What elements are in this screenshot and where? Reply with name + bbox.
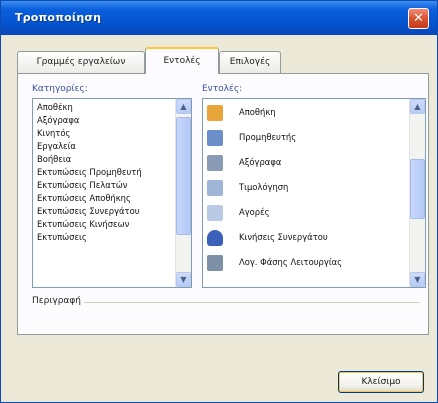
close-icon[interactable]: ✕ <box>408 8 429 29</box>
commands-panel: Κατηγορίες: Εντολές: Αποθέκη Αξόγραφα Κι… <box>17 73 429 335</box>
tab-toolbars[interactable]: Γραμμές εργαλείων <box>17 51 145 73</box>
list-item[interactable]: Αξόγραφα <box>203 151 411 176</box>
list-item[interactable]: Εκτυπώσεις <box>37 232 87 242</box>
partner-icon <box>207 230 223 246</box>
list-item[interactable]: Αποθήκη <box>203 101 411 126</box>
command-label: Λογ. Φάσης Λειτουργίας <box>239 257 343 267</box>
categories-label: Κατηγορίες: <box>32 84 88 94</box>
list-item[interactable]: Εργαλεία <box>37 141 76 151</box>
supplier-icon <box>207 130 223 146</box>
command-label: Προμηθευτής <box>239 132 297 142</box>
list-item[interactable]: Κινήσεις Συνεργάτου <box>203 226 411 251</box>
scroll-thumb[interactable] <box>176 117 191 235</box>
tab-options[interactable]: Επιλογές <box>219 51 281 73</box>
list-item[interactable]: Αξόγραφα <box>37 115 79 125</box>
commands-label: Εντολές: <box>202 84 243 94</box>
list-item[interactable]: Λογ. Φάσης Λειτουργίας <box>203 251 411 276</box>
scroll-down-icon[interactable]: ▼ <box>176 272 191 287</box>
logs-icon <box>207 255 223 271</box>
description-divider <box>84 302 420 303</box>
window-title: Τροποποίηση <box>15 11 102 24</box>
list-item[interactable]: Εκτυπώσεις Πελατών <box>37 180 127 190</box>
commands-list[interactable]: Αποθήκη Προμηθευτής Αξόγραφα Τιμολόγηση … <box>202 98 426 288</box>
categories-scrollbar[interactable]: ▲ ▼ <box>175 99 191 287</box>
list-item[interactable]: Εκτυπώσεις Προμηθευτή <box>37 167 142 177</box>
scroll-thumb[interactable] <box>410 159 425 219</box>
invoice-icon <box>207 180 223 196</box>
list-item[interactable]: Προμηθευτής <box>203 126 411 151</box>
scroll-up-icon[interactable]: ▲ <box>410 99 425 114</box>
scroll-up-icon[interactable]: ▲ <box>176 99 191 114</box>
close-button[interactable]: Κλείσιμο <box>338 371 424 393</box>
list-item[interactable]: Εκτυπώσεις Αποθήκης <box>37 193 131 203</box>
list-item[interactable]: Αγορές <box>203 201 411 226</box>
warehouse-icon <box>207 105 223 121</box>
command-label: Αγορές <box>239 207 270 217</box>
command-label: Τιμολόγηση <box>239 182 289 192</box>
list-item[interactable]: Αποθέκη <box>37 102 73 112</box>
command-label: Κινήσεις Συνεργάτου <box>239 232 328 242</box>
purchase-icon <box>207 205 223 221</box>
list-item[interactable]: Εκτυπώσεις Κινήσεων <box>37 219 129 229</box>
title-bar[interactable]: Τροποποίηση ✕ <box>1 1 437 35</box>
dialog-client: Γραμμές εργαλείων Εντολές Επιλογές Κατηγ… <box>4 35 434 401</box>
list-item[interactable]: Βοήθεια <box>37 154 71 164</box>
commands-scrollbar[interactable]: ▲ ▼ <box>409 99 425 287</box>
command-label: Αξόγραφα <box>239 157 282 167</box>
scroll-down-icon[interactable]: ▼ <box>410 272 425 287</box>
command-label: Αποθήκη <box>239 107 276 117</box>
categories-list[interactable]: Αποθέκη Αξόγραφα Κινητός Εργαλεία Βοήθει… <box>32 98 192 288</box>
list-item[interactable]: Εκτυπώσεις Συνεργάτου <box>37 206 140 216</box>
customize-dialog: Τροποποίηση ✕ Γραμμές εργαλείων Εντολές … <box>0 0 438 403</box>
list-item[interactable]: Τιμολόγηση <box>203 176 411 201</box>
document-icon <box>207 155 223 171</box>
description-label: Περιγραφή <box>32 296 82 306</box>
list-item[interactable]: Κινητός <box>37 128 70 138</box>
tab-commands[interactable]: Εντολές <box>145 47 219 74</box>
